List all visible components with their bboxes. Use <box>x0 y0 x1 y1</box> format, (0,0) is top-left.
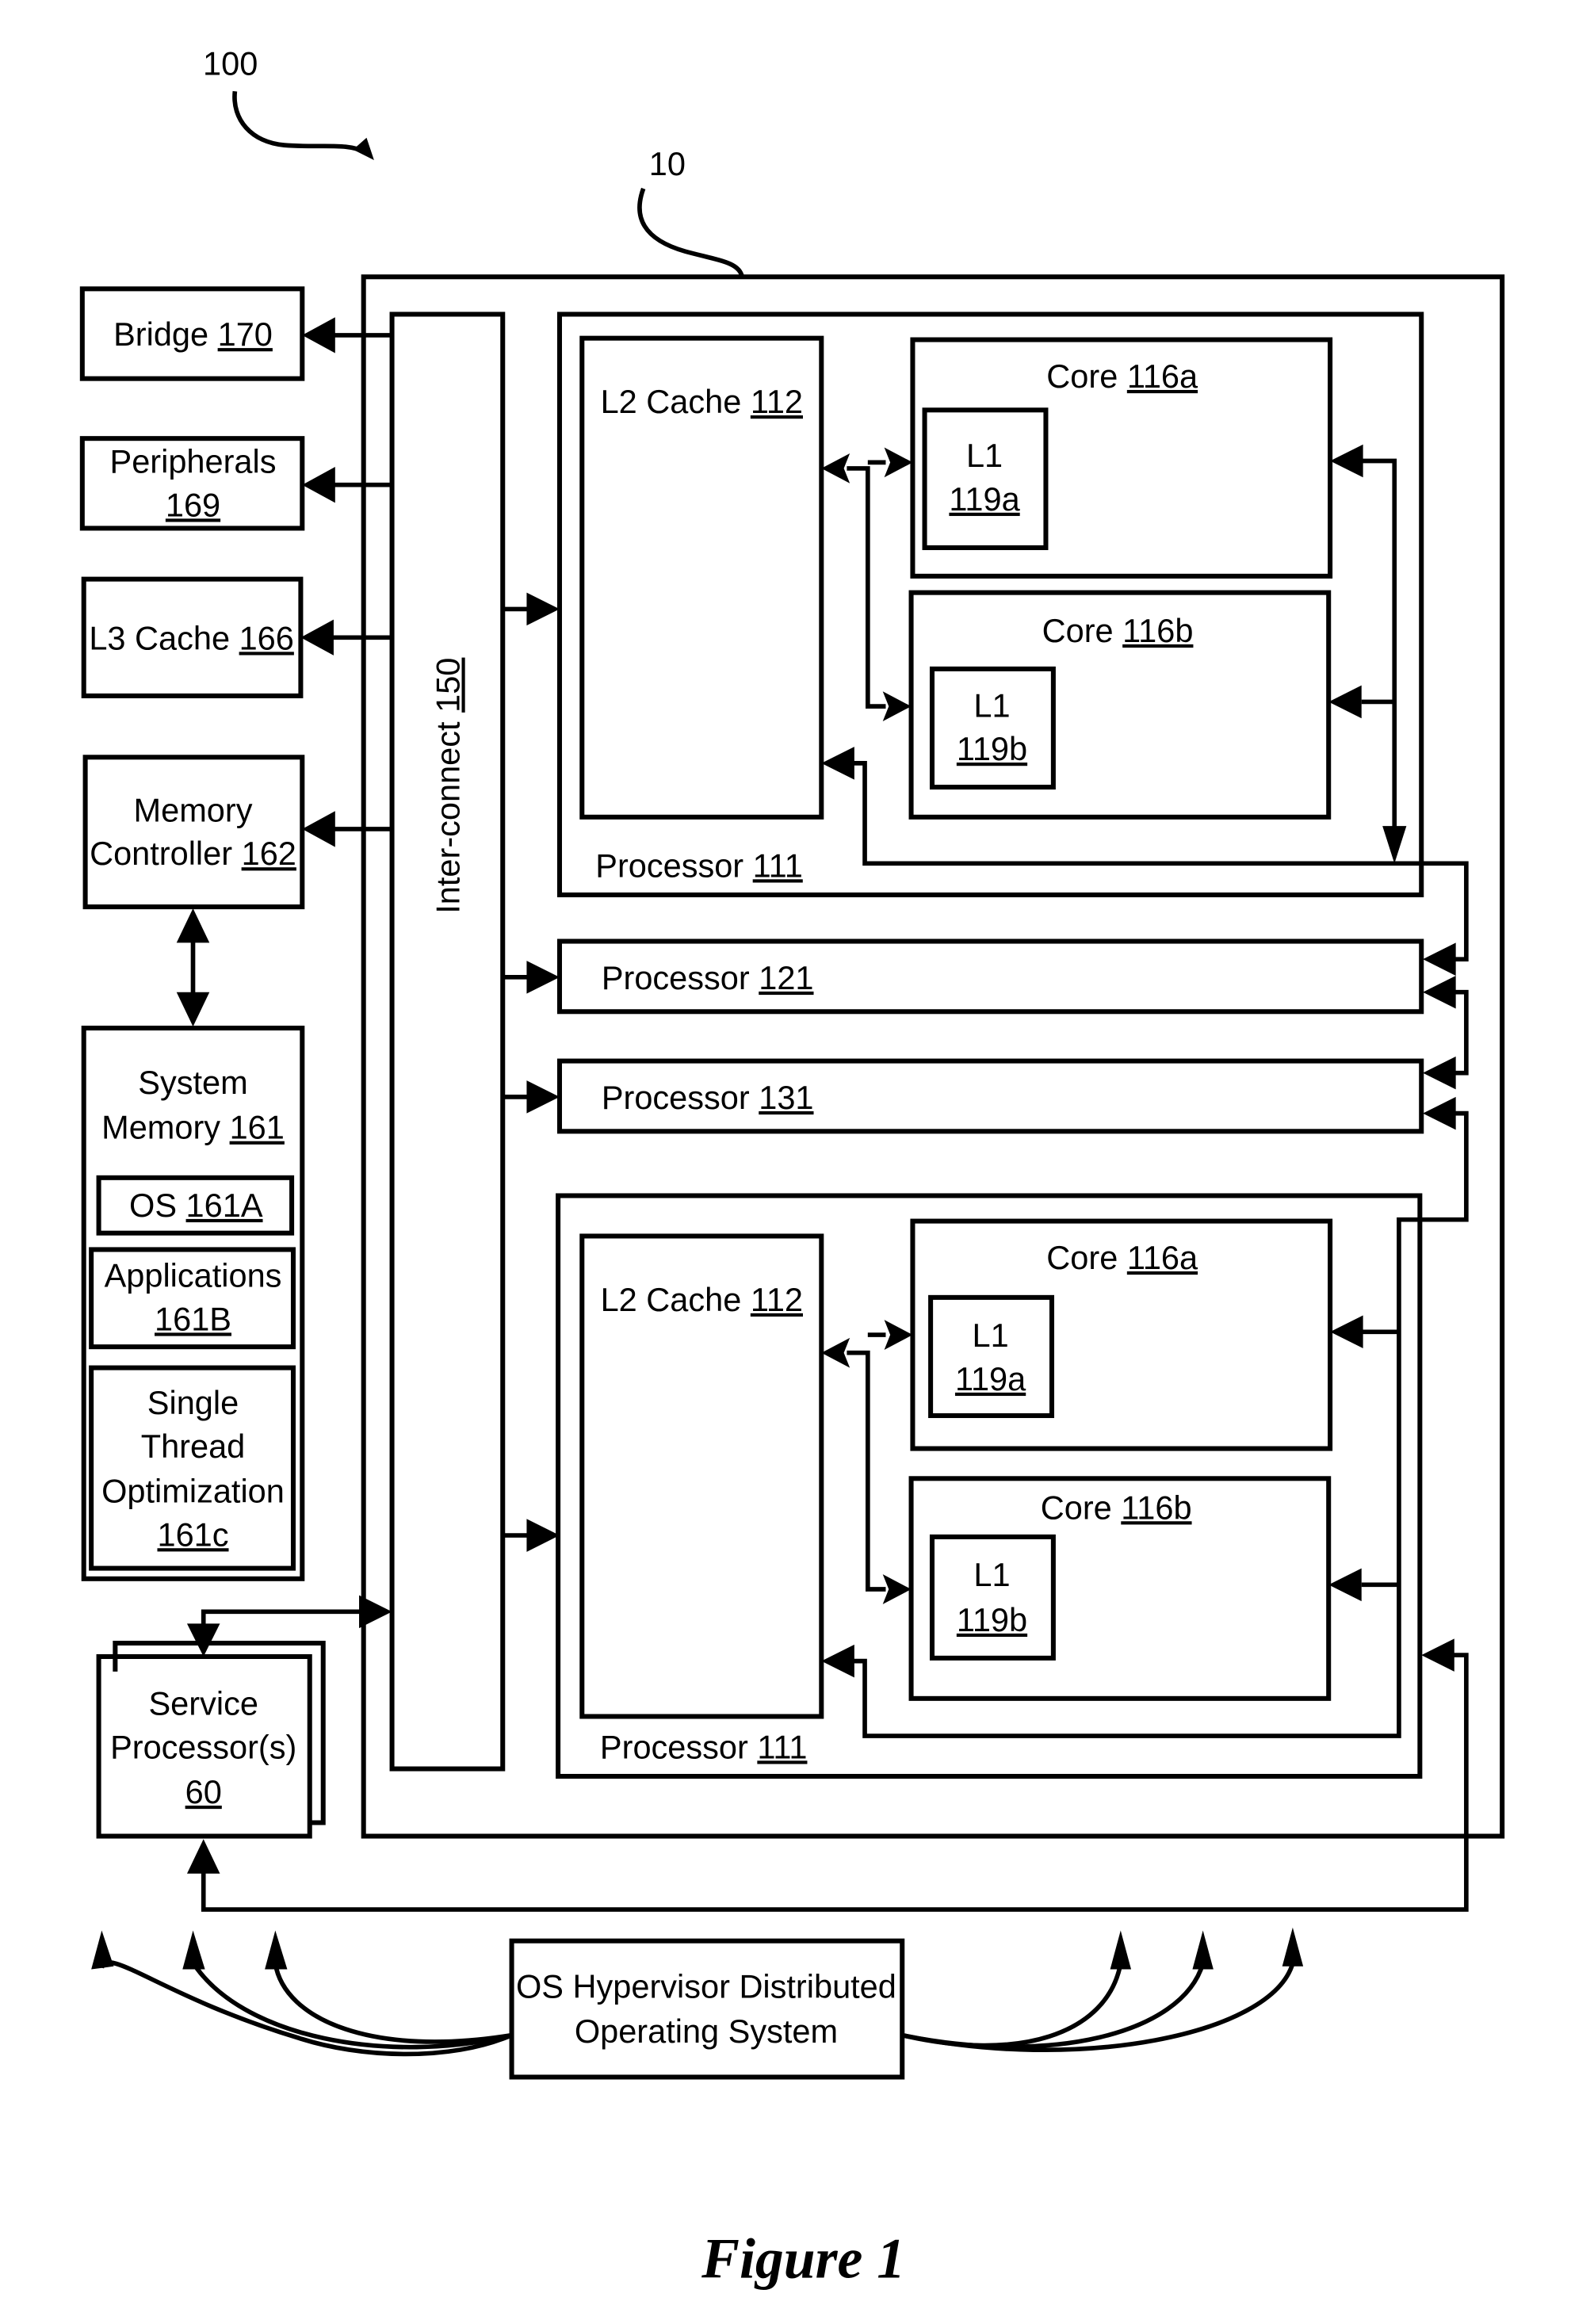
os-label: OS 161A <box>129 1187 263 1224</box>
processor-111-top-label: Processor 111 <box>595 847 803 884</box>
top-bus-down-arrowhead <box>1382 826 1407 864</box>
sp-arrowhead-down <box>186 1623 220 1657</box>
left-arrowhead-1 <box>91 1930 114 1970</box>
interconnect-label: Inter-connect 150 <box>430 658 467 914</box>
l1-119a-bottom-box <box>928 1294 1055 1419</box>
service-processor-line1: Service <box>149 1685 258 1722</box>
interconnect-bar <box>389 312 506 1772</box>
l2-cache-top-label: L2 Cache 112 <box>601 383 803 420</box>
peripherals-label: Peripherals <box>110 443 277 480</box>
left-arrowhead-3 <box>265 1930 288 1970</box>
l2-cores-top-bus <box>847 466 886 709</box>
hypervisor-right-arrow-1 <box>901 1963 1123 2048</box>
memory-controller-line2: Controller 162 <box>90 835 296 872</box>
processor-111-bottom-label: Processor 111 <box>600 1728 808 1765</box>
core-b-bottom-arrowhead <box>882 1574 912 1604</box>
l2-cache-bottom-label: L2 Cache 112 <box>601 1281 803 1318</box>
interconnect-arrowhead-in <box>359 1595 392 1629</box>
ic-proc111-top-arrowhead <box>526 592 560 626</box>
right-arrowhead-1 <box>1110 1930 1132 1970</box>
l1-119b-top-label: L1 <box>973 686 1010 724</box>
core-b-top-arrowhead <box>882 691 912 721</box>
single-thread-line1: Single <box>147 1384 239 1421</box>
core-a-bottom-right-arrowhead <box>1330 1315 1363 1349</box>
processor-131-label: Processor 131 <box>602 1079 814 1116</box>
l2-top-arrowhead <box>821 453 850 484</box>
mc-sysmem-arrowhead-down <box>176 992 210 1027</box>
l2-bottom-return-arrowhead <box>821 1644 854 1678</box>
l3-cache-arrowhead <box>300 619 334 656</box>
cores-top-right-bus <box>1361 458 1397 839</box>
right-arrowhead-3 <box>1282 1927 1304 1967</box>
hypervisor-box <box>509 1938 905 2080</box>
proc121-arrowhead-lower <box>1423 975 1456 1009</box>
bridge-label: Bridge 170 <box>113 315 273 353</box>
hypervisor-line2: Operating System <box>575 2012 838 2050</box>
l1-119b-bottom-ref: 119b <box>957 1601 1027 1638</box>
core-116b-top-label: Core 116b <box>1042 612 1194 649</box>
proc131-arrowhead-lower <box>1423 1096 1456 1130</box>
l2-cores-bottom-bus <box>847 1350 886 1592</box>
right-arrowhead-2 <box>1192 1930 1214 1970</box>
figure-1-diagram: 100 10 Inter-connect 150 Bridge 170 Peri… <box>79 44 1505 2290</box>
single-thread-line2: Thread <box>141 1428 246 1465</box>
core-b-top-right-arrowhead <box>1328 685 1362 719</box>
ref-label-100: 100 <box>203 44 258 82</box>
memory-controller-box <box>82 755 305 910</box>
sp-interconnect-connector <box>201 1609 367 1631</box>
l2-bottom-arrowhead <box>821 1337 850 1368</box>
hypervisor-line1: OS Hypervisor Distributed <box>516 1967 896 2005</box>
core-a-bottom-arrowhead <box>884 1320 913 1350</box>
top-loop-connector <box>847 761 1469 962</box>
figure-caption: Figure 1 <box>701 2227 905 2290</box>
mc-sysmem-arrowhead-up <box>176 908 210 943</box>
single-thread-line3: Optimization <box>101 1473 285 1510</box>
ref-leader-10 <box>637 187 745 278</box>
l1-119a-top-label: L1 <box>966 437 1003 474</box>
lower-processor-arrowhead <box>1421 1638 1454 1672</box>
ic-proc111-bottom-arrowhead <box>526 1519 560 1552</box>
core-116a-top-label: Core 116a <box>1046 357 1198 395</box>
core-a-top-arrowhead <box>884 447 913 478</box>
ref-leader-100 <box>232 90 368 155</box>
l1-119b-top-ref: 119b <box>957 730 1027 767</box>
proc121-arrowhead-upper <box>1423 942 1456 976</box>
memory-controller-arrowhead <box>302 811 335 847</box>
ic-proc121-arrowhead <box>526 961 560 994</box>
applications-ref: 161B <box>155 1300 231 1337</box>
l1-119b-bottom-label: L1 <box>973 1556 1010 1593</box>
ic-proc131-arrowhead <box>526 1080 560 1114</box>
applications-label: Applications <box>105 1257 282 1294</box>
l1-119a-bottom-label: L1 <box>973 1317 1009 1354</box>
l3-cache-label: L3 Cache 166 <box>89 619 294 656</box>
peripherals-ref: 169 <box>166 486 220 523</box>
system-memory-line1: System <box>138 1064 247 1101</box>
sp-arrowhead-up <box>186 1839 220 1874</box>
l1-119a-top-box <box>922 407 1049 551</box>
core-a-top-right-arrowhead <box>1330 444 1363 478</box>
l1-119a-top-ref: 119a <box>949 480 1020 518</box>
ref-label-10: 10 <box>649 145 686 182</box>
core-b-bottom-right-arrowhead <box>1328 1568 1362 1602</box>
proc131-arrowhead-upper <box>1423 1056 1456 1090</box>
l1-119a-bottom-ref: 119a <box>955 1360 1026 1397</box>
hypervisor-left-arrow-2 <box>189 1959 513 2050</box>
hypervisor-left-arrow-3 <box>273 1963 513 2044</box>
core-116a-bottom-label: Core 116a <box>1046 1239 1198 1276</box>
processor-121-label: Processor 121 <box>602 959 814 996</box>
ref-leader-arrowhead <box>353 137 374 161</box>
core-116b-bottom-label: Core 116b <box>1041 1489 1192 1526</box>
l2-top-return-arrowhead <box>821 747 854 780</box>
memory-controller-line1: Memory <box>134 791 253 828</box>
bottom-loop-connector <box>852 1110 1469 1738</box>
l1-119b-bottom-box <box>929 1534 1056 1661</box>
bridge-arrowhead <box>302 317 335 354</box>
service-processor-line2: Processor(s) <box>110 1728 296 1765</box>
single-thread-ref: 161c <box>157 1516 228 1553</box>
system-memory-line2: Memory 161 <box>101 1109 285 1146</box>
service-processor-ref: 60 <box>185 1773 222 1810</box>
left-arrowhead-2 <box>182 1930 205 1970</box>
peripherals-arrowhead <box>302 467 335 503</box>
